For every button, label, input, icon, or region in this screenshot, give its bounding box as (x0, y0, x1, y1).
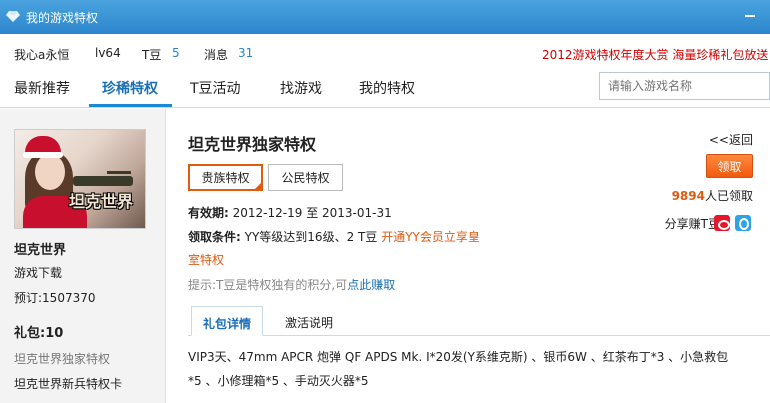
tab-find-games[interactable]: 找游戏 (280, 78, 322, 98)
user-bar: 我心a永恒 lv64 T豆 5 消息 31 2012游戏特权年度大赏 海量珍稀礼… (0, 34, 770, 70)
tab-activation-guide[interactable]: 激活说明 (285, 306, 333, 336)
gift-contents-line-2: *5 、小修理箱*5 、手动灭火器*5 (188, 374, 369, 388)
message-count[interactable]: 31 (238, 46, 253, 60)
back-link[interactable]: <<返回 (709, 131, 753, 148)
active-tab-indicator (89, 104, 172, 107)
main-nav: 最新推荐 珍稀特权 T豆活动 找游戏 我的特权 (0, 70, 770, 108)
citizen-privilege-tab[interactable]: 公民特权 (268, 164, 343, 191)
message-label: 消息 (204, 48, 229, 62)
tab-gift-details[interactable]: 礼包详情 (191, 306, 263, 336)
validity-row: 有效期: 2012-12-19 至 2013-01-31 (188, 206, 392, 220)
tdou-value[interactable]: 5 (172, 46, 180, 60)
download-link[interactable]: 游戏下载 (14, 264, 62, 281)
claim-button[interactable]: 领取 (706, 154, 753, 178)
sidebar-item-exclusive[interactable]: 坦克世界独家特权 (14, 350, 110, 367)
tdou-label: T豆 (142, 48, 162, 62)
weibo-share-icon[interactable] (714, 215, 730, 231)
tab-latest[interactable]: 最新推荐 (14, 78, 70, 98)
gift-contents-line-1: VIP3天、47mm APCR 炮弹 QF APDS Mk. I*20发(Y系维… (188, 350, 729, 364)
sidebar: 坦克世界 坦克世界 游戏下载 预订:1507370 礼包:10 坦克世界独家特权… (0, 109, 166, 403)
user-level: lv64 (95, 46, 121, 60)
condition-row-wrap: 室特权 (188, 251, 224, 268)
game-poster[interactable]: 坦克世界 (14, 129, 146, 229)
condition-row: 领取条件: YY等级达到16级、2 T豆 开通YY会员立享皇 (188, 230, 480, 244)
santa-hat-graphic (23, 136, 63, 158)
vip-upgrade-link-cont[interactable]: 室特权 (188, 253, 224, 267)
game-search-input[interactable] (599, 72, 770, 100)
qq-share-icon[interactable] (735, 215, 751, 231)
tank-graphic (73, 171, 133, 186)
earn-tdou-link[interactable]: 点此赚取 (347, 278, 395, 292)
tab-tdou-activities[interactable]: T豆活动 (190, 78, 241, 98)
gift-count: 礼包:10 (14, 326, 64, 341)
poster-logo: 坦克世界 (69, 192, 134, 211)
privilege-detail: 坦克世界独家特权 <<返回 领取 9894人已领取 分享赚T豆: 贵族特权 公民… (167, 109, 770, 403)
diamond-icon (6, 11, 20, 22)
tdou-hint: 提示:T豆是特权独有的积分,可点此赚取 (188, 278, 396, 292)
title-bar: 我的游戏特权 (0, 0, 770, 34)
minimize-button[interactable] (744, 9, 756, 19)
tab-rare-privileges[interactable]: 珍稀特权 (102, 78, 158, 98)
detail-subtabs: 礼包详情 激活说明 (188, 306, 770, 336)
claimed-count: 9894人已领取 (671, 189, 753, 203)
username: 我心a永恒 (14, 48, 70, 62)
vip-upgrade-link[interactable]: 开通YY会员立享皇 (381, 230, 480, 244)
reservation-count: 预订:1507370 (14, 291, 96, 305)
window-title: 我的游戏特权 (26, 11, 99, 25)
tab-my-privileges[interactable]: 我的特权 (359, 78, 415, 98)
game-name: 坦克世界 (14, 243, 67, 258)
sidebar-item-recruit[interactable]: 坦克世界新兵特权卡 (14, 375, 122, 392)
page-title: 坦克世界独家特权 (188, 135, 317, 154)
noble-privilege-tab[interactable]: 贵族特权 (188, 164, 263, 191)
promo-link[interactable]: 2012游戏特权年度大赏 海量珍稀礼包放送 (542, 46, 768, 63)
